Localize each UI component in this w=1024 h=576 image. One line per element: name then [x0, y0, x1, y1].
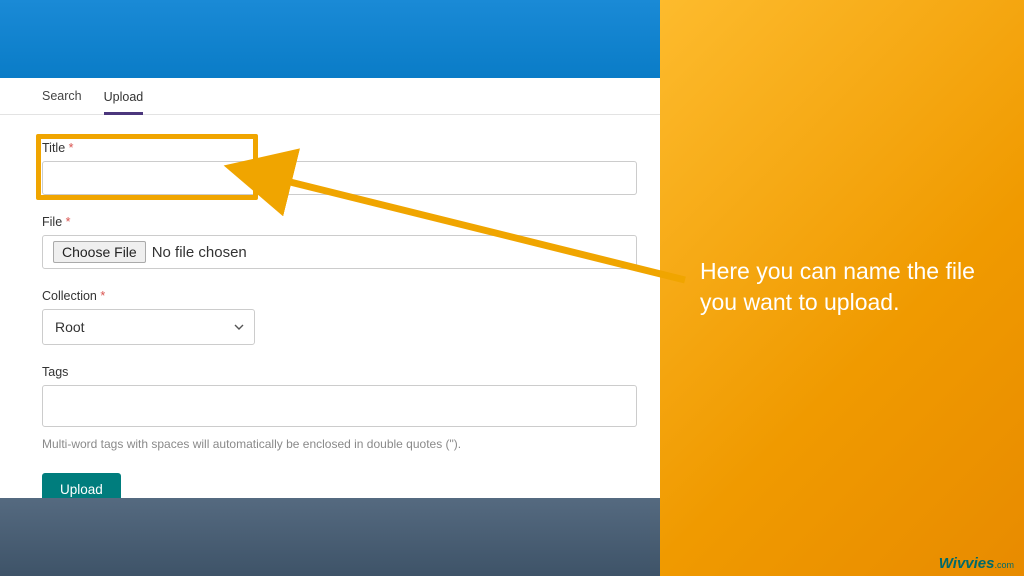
tab-bar: Search Upload: [0, 78, 660, 115]
file-status-text: No file chosen: [152, 244, 247, 261]
brand-suffix: .com: [994, 560, 1014, 570]
bottom-strip: [0, 498, 660, 576]
required-marker: *: [69, 141, 74, 155]
title-label-text: Title: [42, 141, 65, 155]
title-input[interactable]: [42, 161, 637, 195]
required-marker: *: [66, 215, 71, 229]
file-input-row: Choose File No file chosen: [42, 235, 637, 269]
choose-file-button[interactable]: Choose File: [53, 241, 146, 263]
brand-name: Wivvies: [939, 555, 995, 572]
field-file: File * Choose File No file chosen: [42, 215, 618, 269]
collection-label: Collection *: [42, 289, 618, 303]
file-label-text: File: [42, 215, 62, 229]
tags-label: Tags: [42, 365, 618, 379]
field-collection: Collection * Root: [42, 289, 618, 345]
field-tags: Tags Multi-word tags with spaces will au…: [42, 365, 618, 451]
app-window: Search Upload Title * File * Choose File…: [0, 0, 660, 498]
title-label: Title *: [42, 141, 618, 155]
collection-select-wrap: Root: [42, 309, 255, 345]
annotation-text: Here you can name the file you want to u…: [700, 256, 1000, 318]
file-label: File *: [42, 215, 618, 229]
tags-help-text: Multi-word tags with spaces will automat…: [42, 437, 618, 451]
field-title: Title *: [42, 141, 618, 195]
required-marker: *: [100, 289, 105, 303]
collection-select[interactable]: Root: [42, 309, 255, 345]
tags-input[interactable]: [42, 385, 637, 427]
header-band: [0, 0, 660, 78]
upload-form: Title * File * Choose File No file chose…: [0, 115, 660, 526]
collection-label-text: Collection: [42, 289, 97, 303]
tab-search[interactable]: Search: [42, 78, 82, 114]
tab-upload[interactable]: Upload: [104, 79, 144, 115]
brand-logo: Wivvies.com: [939, 555, 1014, 572]
